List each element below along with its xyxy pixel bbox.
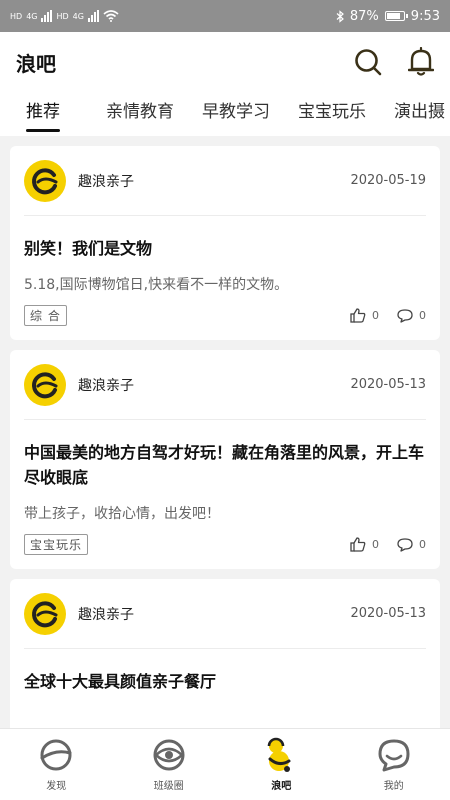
app-header: 浪吧 <box>0 32 450 92</box>
status-right: 87% 9:53 <box>336 9 440 24</box>
tab-performance[interactable]: 演出摄 <box>382 92 450 136</box>
post-date: 2020-05-13 <box>350 606 426 621</box>
post-actions: 0 0 <box>350 537 426 552</box>
battery-percent: 87% <box>349 8 379 24</box>
network-badge: 4G <box>26 11 38 21</box>
tab-baby-play[interactable]: 宝宝玩乐 <box>286 92 378 136</box>
post-tag[interactable]: 综 合 <box>24 305 67 326</box>
comment-button[interactable]: 0 <box>397 537 426 552</box>
post-header: 趣浪亲子 2020-05-19 <box>24 146 426 216</box>
nav-class-circle[interactable]: 班级圈 <box>113 729 226 800</box>
nav-label: 班级圈 <box>153 781 184 792</box>
tab-recommend[interactable]: 推荐 <box>14 92 72 136</box>
nav-label: 浪吧 <box>271 781 292 792</box>
category-tabs: 推荐 亲情教育 早教学习 宝宝玩乐 演出摄 <box>0 92 450 136</box>
qulang-logo-icon <box>32 167 58 194</box>
post-title[interactable]: 全球十大最具颜值亲子餐厅 <box>24 649 426 694</box>
post-author[interactable]: 趣浪亲子 <box>24 159 134 202</box>
circle-eye-icon <box>153 739 185 771</box>
hd-badge: HD <box>10 11 23 21</box>
post-card[interactable]: 趣浪亲子 2020-05-13 中国最美的地方自驾才好玩！藏在角落里的风景，开上… <box>10 350 440 569</box>
battery-icon <box>384 11 408 21</box>
post-title[interactable]: 别笑！我们是文物 <box>24 216 426 261</box>
hd-badge-2: HD <box>56 11 69 21</box>
signal-icon-2 <box>87 10 99 22</box>
post-description: 5.18,国际博物馆日,快来看不一样的文物。 <box>24 277 289 293</box>
comment-icon <box>397 537 413 552</box>
tab-family-education[interactable]: 亲情教育 <box>94 92 186 136</box>
wifi-icon <box>103 10 119 22</box>
nav-mine[interactable]: 我的 <box>338 729 450 800</box>
avatar[interactable] <box>24 159 66 202</box>
post-date: 2020-05-19 <box>350 173 426 188</box>
avatar[interactable] <box>24 363 66 406</box>
post-feed: 趣浪亲子 2020-05-19 别笑！我们是文物 5.18,国际博物馆日,快来看… <box>10 146 440 728</box>
thumbs-up-icon <box>350 308 366 323</box>
like-count: 0 <box>372 538 379 551</box>
search-icon[interactable] <box>354 48 382 76</box>
thumbs-up-icon <box>350 537 366 552</box>
clock: 9:53 <box>410 8 440 24</box>
nav-label: 我的 <box>383 781 404 792</box>
post-author[interactable]: 趣浪亲子 <box>24 592 134 635</box>
status-left: HD 4G HD 4G <box>10 10 119 22</box>
signal-icon <box>41 10 53 22</box>
comment-count: 0 <box>419 309 426 322</box>
page-title: 浪吧 <box>16 51 56 76</box>
post-author[interactable]: 趣浪亲子 <box>24 363 134 406</box>
post-tag[interactable]: 宝宝玩乐 <box>24 534 89 555</box>
author-name[interactable]: 趣浪亲子 <box>78 604 134 624</box>
bluetooth-icon <box>336 9 344 23</box>
like-count: 0 <box>372 309 379 322</box>
comment-count: 0 <box>419 538 426 551</box>
langba-logo-icon <box>267 737 291 772</box>
profile-icon <box>378 739 410 772</box>
nav-label: 发现 <box>46 781 67 792</box>
header-actions <box>354 47 434 77</box>
like-button[interactable]: 0 <box>350 537 379 552</box>
post-actions: 0 0 <box>350 308 426 323</box>
bottom-nav: 发现 班级圈 浪吧 我的 <box>0 728 450 800</box>
post-footer: 综 合 0 0 <box>24 295 426 340</box>
avatar[interactable] <box>24 592 66 635</box>
author-name[interactable]: 趣浪亲子 <box>78 375 134 395</box>
post-card[interactable]: 趣浪亲子 2020-05-13 全球十大最具颜值亲子餐厅 <box>10 579 440 728</box>
status-bar: HD 4G HD 4G 87% 9:53 <box>0 0 450 32</box>
author-name[interactable]: 趣浪亲子 <box>78 171 134 191</box>
nav-discover[interactable]: 发现 <box>0 729 113 800</box>
planet-icon <box>40 739 72 771</box>
post-header: 趣浪亲子 2020-05-13 <box>24 350 426 420</box>
bell-icon[interactable] <box>408 47 434 77</box>
comment-icon <box>397 308 413 323</box>
network-badge-2: 4G <box>72 11 84 21</box>
nav-langba[interactable]: 浪吧 <box>225 729 338 800</box>
post-header: 趣浪亲子 2020-05-13 <box>24 579 426 649</box>
post-description: 带上孩子，收拾心情，出发吧！ <box>24 506 220 522</box>
qulang-logo-icon <box>32 600 58 627</box>
qulang-logo-icon <box>32 371 58 398</box>
post-date: 2020-05-13 <box>350 377 426 392</box>
post-title[interactable]: 中国最美的地方自驾才好玩！藏在角落里的风景，开上车尽收眼底 <box>24 420 426 490</box>
post-card[interactable]: 趣浪亲子 2020-05-19 别笑！我们是文物 5.18,国际博物馆日,快来看… <box>10 146 440 340</box>
post-footer: 宝宝玩乐 0 0 <box>24 524 426 569</box>
comment-button[interactable]: 0 <box>397 308 426 323</box>
tab-early-learning[interactable]: 早教学习 <box>190 92 282 136</box>
like-button[interactable]: 0 <box>350 308 379 323</box>
